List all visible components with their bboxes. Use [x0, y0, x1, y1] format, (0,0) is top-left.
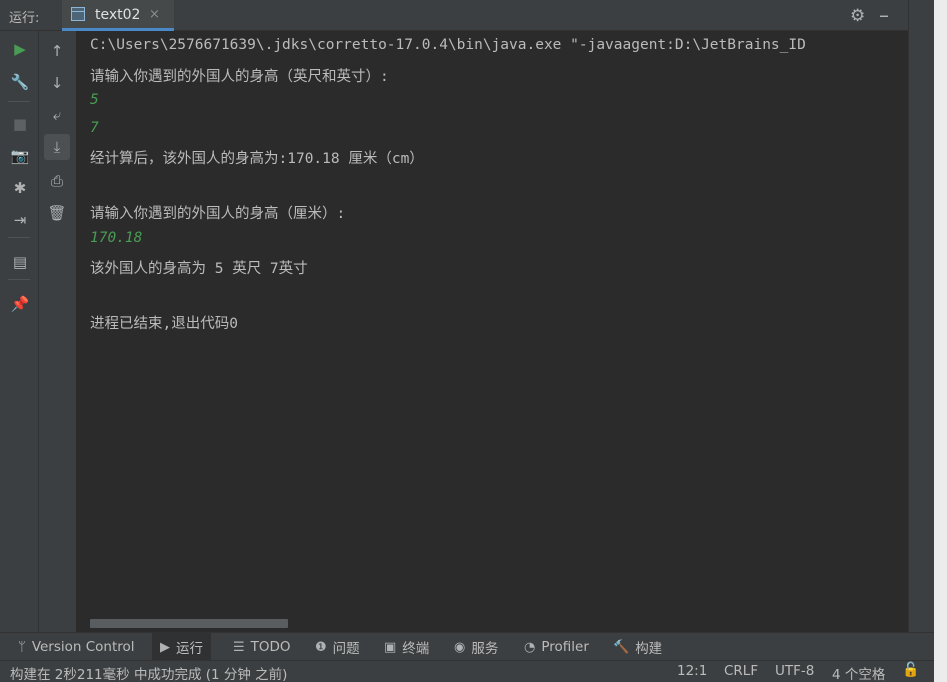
list-icon: ☰	[233, 639, 245, 655]
pin-icon[interactable]: 📌	[7, 291, 33, 317]
toolbar-separator	[8, 279, 30, 280]
tool-window-profiler[interactable]: ◔ Profiler	[516, 633, 597, 661]
console-actions-toolbar: ↑ ↓ ⤶ ⤓ ⎙ 🗑	[39, 31, 76, 632]
console-output-line: C:\Users\2576671639\.jdks\corretto-17.0.…	[90, 37, 806, 53]
exit-icon[interactable]: ⇥	[7, 207, 33, 233]
console-input-line: 170.18	[90, 229, 143, 246]
tool-window-label: 运行	[176, 641, 203, 657]
branch-icon: ᛘ	[18, 639, 26, 655]
services-icon: ◉	[454, 639, 466, 655]
run-panel-header: 运行: text02 × ⚙ –	[0, 0, 908, 31]
tool-window-label: Version Control	[31, 639, 135, 655]
console-output-line: 该外国人的身高为 5 英尺 7英寸	[90, 261, 308, 277]
build-status-message[interactable]: 构建在 2秒211毫秒 中成功完成 (1 分钟 之前)	[10, 663, 287, 682]
tool-window-terminal[interactable]: ▣ 终端	[376, 633, 437, 661]
down-arrow-icon[interactable]: ↓	[44, 70, 70, 96]
tool-window-list[interactable]: ☰ TODO	[225, 633, 299, 661]
trash-icon[interactable]: 🗑	[44, 200, 70, 226]
toolbar-separator	[8, 101, 30, 102]
profiler-icon: ◔	[524, 639, 536, 655]
console-output-line: 经计算后，该外国人的身高为:170.18 厘米（cm）	[90, 151, 424, 167]
caret-position[interactable]: 12:1	[677, 663, 707, 679]
tool-window-label: Profiler	[541, 639, 589, 655]
debug-icon[interactable]: ✱	[7, 175, 33, 201]
file-encoding[interactable]: UTF-8	[775, 663, 814, 679]
run-panel-label: 运行:	[9, 11, 40, 26]
console-output[interactable]: C:\Users\2576671639\.jdks\corretto-17.0.…	[76, 31, 908, 632]
console-output-line: 请输入你遇到的外国人的身高（英尺和英寸）:	[90, 68, 389, 85]
tool-window-label: 构建	[635, 641, 663, 657]
print-icon[interactable]: ⎙	[44, 168, 70, 194]
tool-window-label: TODO	[250, 639, 291, 655]
gear-icon[interactable]: ⚙	[850, 6, 865, 26]
line-separator[interactable]: CRLF	[724, 663, 758, 679]
minimize-icon[interactable]: –	[879, 3, 889, 27]
wrench-icon[interactable]: 🔧	[7, 69, 33, 95]
run-icon: ▶	[160, 639, 170, 655]
tool-window-bar: ᛘ Version Control ▶ 运行 ☰ TODO ❶ 问题 ▣ 终端 ◉ 服务 ◔ Profil…	[0, 632, 934, 661]
tool-window-label: 服务	[471, 641, 499, 657]
console-output-line: 进程已结束,退出代码0	[90, 316, 238, 332]
terminal-icon: ▣	[384, 639, 397, 655]
window-edge	[934, 0, 947, 682]
console-output-line: 请输入你遇到的外国人的身高（厘米）:	[90, 206, 346, 222]
close-icon[interactable]: ×	[149, 7, 160, 22]
tool-window-problems[interactable]: ❶ 问题	[307, 633, 368, 661]
soft-wrap-icon[interactable]: ⤶	[44, 102, 70, 128]
indent-setting[interactable]: 4 个空格	[832, 663, 885, 682]
tool-window-hammer[interactable]: 🔨 构建	[605, 633, 670, 661]
scroll-to-end-icon[interactable]: ⤓	[44, 134, 70, 160]
toolbar-separator	[8, 237, 30, 238]
console-icon	[71, 7, 85, 21]
tool-window-label: 问题	[332, 641, 360, 657]
tool-window-run[interactable]: ▶ 运行	[152, 633, 211, 661]
console-input-line: 5	[90, 92, 99, 108]
layout-icon[interactable]: ▤	[7, 249, 33, 275]
console-input-line: 7	[90, 119, 99, 136]
tool-window-label: 终端	[402, 641, 430, 657]
stop-icon[interactable]: ■	[7, 111, 33, 137]
status-bar: 构建在 2秒211毫秒 中成功完成 (1 分钟 之前) 12:1 CRLF UT…	[0, 660, 934, 682]
unlock-icon[interactable]: 🔓	[902, 662, 919, 678]
tool-window-branch[interactable]: ᛘ Version Control	[10, 633, 143, 661]
problems-icon: ❶	[315, 639, 327, 655]
up-arrow-icon[interactable]: ↑	[44, 38, 70, 64]
run-actions-toolbar: ▶ 🔧 ■ 📷 ✱ ⇥ ▤ 📌	[0, 31, 39, 632]
camera-icon[interactable]: 📷	[7, 143, 33, 169]
tab-text02[interactable]: text02 ×	[62, 0, 174, 31]
tab-label: text02	[95, 7, 141, 23]
horizontal-scrollbar[interactable]	[90, 619, 288, 628]
right-gutter	[908, 0, 934, 632]
hammer-icon: 🔨	[613, 639, 630, 655]
rerun-icon[interactable]: ▶	[7, 36, 33, 62]
tool-window-services[interactable]: ◉ 服务	[446, 633, 506, 661]
